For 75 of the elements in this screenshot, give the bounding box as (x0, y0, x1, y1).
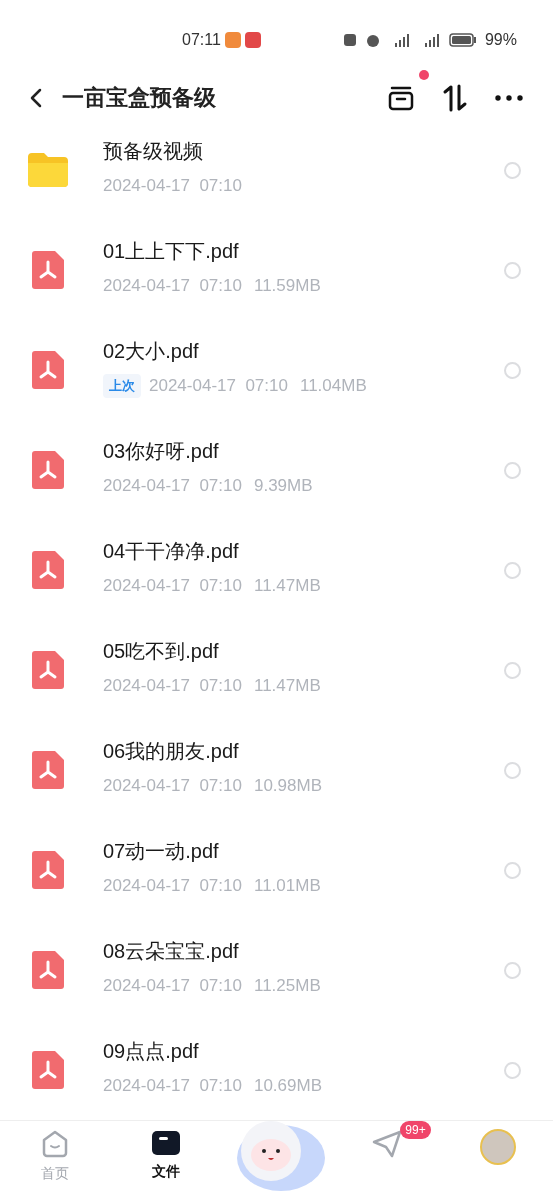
file-size: 11.47MB (253, 575, 321, 598)
select-radio[interactable] (504, 261, 521, 279)
file-row[interactable]: 05吃不到.pdf 2024-04-17 07:10 11.47MB (0, 620, 553, 720)
folder-icon (150, 1129, 181, 1157)
file-name: 04干干净净.pdf (103, 539, 240, 565)
file-size: 11.59MB (253, 275, 321, 298)
app-notification-icon (244, 31, 261, 48)
battery-icon (448, 32, 477, 47)
file-size: 11.01MB (253, 875, 321, 898)
pdf-file-icon (31, 951, 64, 989)
select-radio[interactable] (504, 461, 521, 479)
file-row[interactable]: 09点点.pdf 2024-04-17 07:10 10.69MB (0, 1020, 553, 1120)
file-date: 2024-04-17 07:10 (149, 375, 288, 398)
file-row[interactable]: 预备级视频 2024-04-17 07:10 (0, 120, 553, 220)
status-time: 07:11 (182, 29, 221, 50)
nfc-icon (342, 32, 357, 47)
file-date: 2024-04-17 07:10 (103, 675, 242, 698)
file-name: 02大小.pdf (103, 339, 200, 365)
folder-icon (25, 151, 70, 189)
more-icon (495, 94, 523, 101)
file-name: 预备级视频 (103, 139, 204, 165)
file-date: 2024-04-17 07:10 (103, 975, 242, 998)
select-radio[interactable] (504, 1061, 521, 1079)
select-radio[interactable] (504, 761, 521, 779)
file-row[interactable]: 01上上下下.pdf 2024-04-17 07:10 11.59MB (0, 220, 553, 320)
pdf-file-icon (31, 251, 64, 289)
file-name: 01上上下下.pdf (103, 239, 240, 265)
file-name: 06我的朋友.pdf (103, 739, 240, 765)
pdf-file-icon (31, 651, 64, 689)
file-row[interactable]: 06我的朋友.pdf 2024-04-17 07:10 10.98MB (0, 720, 553, 820)
pdf-file-icon (31, 551, 64, 589)
file-size: 10.69MB (253, 1075, 322, 1098)
pdf-file-icon (31, 751, 64, 789)
file-date: 2024-04-17 07:10 (103, 475, 242, 498)
count-badge: 99+ (400, 1121, 431, 1139)
file-name: 08云朵宝宝.pdf (103, 939, 240, 965)
file-size: 11.04MB (299, 375, 367, 398)
app-notification-icon (224, 31, 241, 48)
file-name: 07动一动.pdf (103, 839, 220, 865)
battery-level: 99% (484, 29, 517, 50)
file-row[interactable]: 02大小.pdf 上次 2024-04-17 07:10 11.04MB (0, 320, 553, 420)
file-date: 2024-04-17 07:10 (103, 875, 242, 898)
file-row[interactable]: 04干干净净.pdf 2024-04-17 07:10 11.47MB (0, 520, 553, 620)
file-name: 09点点.pdf (103, 1039, 200, 1065)
file-size: 10.98MB (253, 775, 322, 798)
file-date: 2024-04-17 07:10 (103, 575, 242, 598)
file-name: 05吃不到.pdf (103, 639, 220, 665)
select-radio[interactable] (504, 361, 521, 379)
sort-icon (442, 83, 468, 112)
file-row[interactable]: 07动一动.pdf 2024-04-17 07:10 11.01MB (0, 820, 553, 920)
nav-tab[interactable]: 文件 (110, 1121, 222, 1182)
pdf-file-icon (31, 351, 64, 389)
select-radio[interactable] (504, 561, 521, 579)
pdf-file-icon (31, 1051, 64, 1089)
select-radio[interactable] (504, 161, 521, 179)
page-title: 一亩宝盒预备级 (62, 84, 216, 112)
pdf-file-icon (31, 851, 64, 889)
file-size: 9.39MB (253, 475, 313, 498)
avatar (479, 1129, 516, 1165)
select-radio[interactable] (504, 661, 521, 679)
back-icon (30, 87, 42, 108)
file-row[interactable]: 03你好呀.pdf 2024-04-17 07:10 9.39MB (0, 420, 553, 520)
pdf-file-icon (31, 451, 64, 489)
file-date: 2024-04-17 07:10 (103, 175, 242, 198)
file-size: 11.47MB (253, 675, 321, 698)
nav-tab[interactable]: 99+ (331, 1121, 443, 1159)
select-radio[interactable] (504, 961, 521, 979)
file-date: 2024-04-17 07:10 (103, 275, 242, 298)
file-size: 11.25MB (253, 975, 321, 998)
last-opened-tag: 上次 (103, 374, 141, 398)
file-name: 03你好呀.pdf (103, 439, 220, 465)
file-date: 2024-04-17 07:10 (103, 775, 242, 798)
file-row[interactable]: 08云朵宝宝.pdf 2024-04-17 07:10 11.25MB (0, 920, 553, 1020)
select-radio[interactable] (504, 861, 521, 879)
file-date: 2024-04-17 07:10 (103, 1075, 242, 1098)
